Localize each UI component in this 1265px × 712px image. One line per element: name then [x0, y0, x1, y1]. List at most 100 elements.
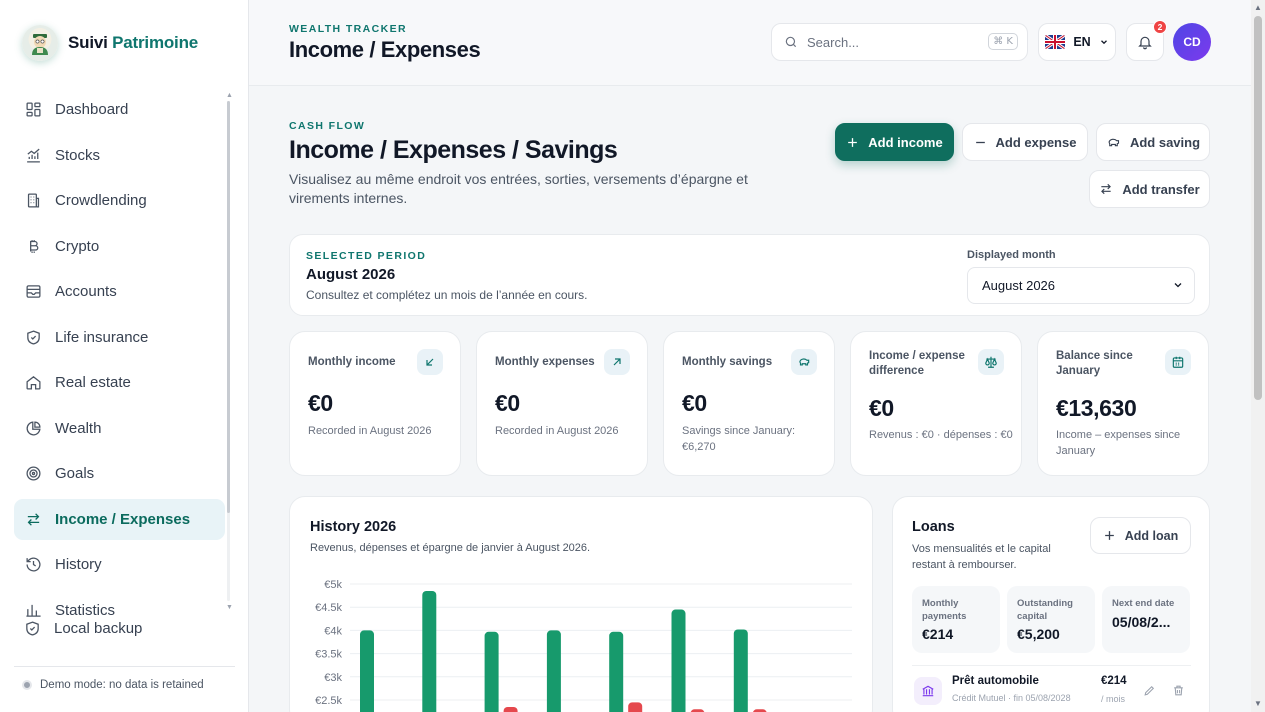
sidebar-item-stocks[interactable]: Stocks	[14, 135, 225, 176]
scrollbar-thumb[interactable]	[1254, 16, 1262, 400]
scale-icon	[978, 349, 1004, 375]
trash-icon[interactable]	[1170, 682, 1186, 698]
scrollbar-thumb[interactable]	[227, 101, 230, 513]
sidebar-item-life-insurance[interactable]: Life insurance	[14, 317, 225, 358]
sidebar-item-history[interactable]: History	[14, 544, 225, 585]
status-dot-icon	[22, 680, 32, 690]
add-saving-label: Add saving	[1129, 134, 1201, 150]
kpi-sub: Recorded in August 2026	[308, 425, 432, 437]
scroll-down-icon[interactable]: ▼	[226, 604, 233, 611]
scroll-up-icon[interactable]: ▲	[1254, 4, 1262, 12]
search-input[interactable]	[807, 34, 977, 50]
sidebar-item-statistics[interactable]: Statistics	[14, 590, 225, 620]
uk-flag-icon	[1045, 35, 1066, 49]
transfer-icon	[1099, 182, 1113, 196]
sidebar-item-goals[interactable]: Goals	[14, 453, 225, 494]
search-icon	[784, 35, 798, 49]
income-bar[interactable]	[360, 630, 374, 712]
expense-bar[interactable]	[628, 702, 643, 712]
period-value: August 2026	[306, 266, 396, 283]
avatar[interactable]: CD	[1173, 23, 1211, 61]
add-income-button[interactable]: Add income	[835, 123, 954, 161]
scroll-down-icon[interactable]: ▼	[1254, 700, 1262, 708]
sidebar-item-dashboard[interactable]: Dashboard	[14, 89, 225, 130]
history-chart: €5k €4.5k €4k €3.5k €3k €2.5k	[315, 579, 852, 712]
sidebar-item-wealth[interactable]: Wealth	[14, 408, 225, 449]
kpi-value: €0	[869, 395, 894, 421]
loan-stat-label: Outstanding capital	[1017, 598, 1073, 622]
kpi-value: €13,630	[1056, 395, 1137, 421]
income-bar[interactable]	[546, 630, 561, 712]
add-transfer-button[interactable]: Add transfer	[1089, 170, 1210, 208]
scroll-up-icon[interactable]: ▲	[226, 92, 233, 99]
page-title: Income / Expenses	[289, 37, 481, 62]
app-eyebrow: WEALTH TRACKER	[289, 23, 407, 35]
search-shortcut: ⌘ K	[988, 33, 1018, 50]
kpi-value: €0	[682, 390, 707, 416]
kpi-card-monthly-expenses: Monthly expenses €0 Recorded in August 2…	[476, 331, 648, 476]
sidebar-item-crypto[interactable]: Crypto	[14, 226, 225, 267]
kpi-sub: Income – expenses since January	[1056, 429, 1181, 457]
brand-name: Suivi Patrimoine	[68, 33, 199, 52]
edit-pencil-icon[interactable]	[1141, 682, 1157, 698]
sidebar-item-label: Income / Expenses	[55, 510, 191, 528]
kpi-card-monthly-savings: Monthly savings €0 Savings since January…	[663, 331, 835, 476]
sidebar-item-label: Accounts	[55, 283, 117, 300]
wallet-icon	[24, 283, 42, 301]
income-bar[interactable]	[671, 609, 686, 712]
sidebar-item-label: Crypto	[55, 237, 100, 255]
loans-card: Loans Vos mensualités et le capital rest…	[892, 496, 1210, 712]
month-select-value: August 2026	[982, 278, 1056, 293]
chevron-down-icon	[1099, 37, 1109, 47]
income-bar[interactable]	[733, 629, 748, 712]
sidebar-item-label: Wealth	[55, 419, 102, 437]
sidebar-item-label: Statistics	[55, 601, 116, 619]
language-selector[interactable]: EN	[1038, 23, 1116, 61]
section-description: Visualisez au même endroit vos entrées, …	[289, 171, 748, 206]
add-saving-button[interactable]: Add saving	[1096, 123, 1210, 161]
brand[interactable]: Suivi Patrimoine	[22, 25, 198, 61]
minus-icon	[974, 136, 987, 149]
bitcoin-icon	[24, 237, 42, 255]
sidebar-item-income-expenses[interactable]: Income / Expenses	[14, 498, 225, 540]
y-tick-label: €3k	[324, 672, 342, 684]
history-icon	[24, 556, 42, 574]
search-box[interactable]: ⌘ K	[771, 23, 1028, 61]
arrow-down-left-icon	[417, 349, 443, 375]
add-expense-button[interactable]: Add expense	[962, 123, 1088, 161]
sidebar-item-real-estate[interactable]: Real estate	[14, 362, 225, 403]
logo-icon	[22, 25, 58, 61]
loan-stat-outstanding-capital: Outstanding capital €5,200	[1007, 586, 1095, 653]
page-scrollbar[interactable]: ▲ ▼	[1251, 0, 1265, 712]
bank-icon	[914, 677, 942, 705]
add-loan-button[interactable]: Add loan	[1090, 517, 1191, 554]
loan-stat-value: €5,200	[1017, 626, 1060, 642]
top-bar: WEALTH TRACKER Income / Expenses ⌘ K EN …	[249, 0, 1251, 86]
loan-period: / mois	[1101, 694, 1126, 704]
loan-item[interactable]: Prêt automobile Crédit Mutuel · fin 05/0…	[912, 675, 1192, 712]
period-description: Consultez et complétez un mois de l’anné…	[306, 288, 588, 302]
sidebar-item-label: Stocks	[55, 146, 101, 164]
local-backup-button[interactable]: Local backup	[24, 620, 142, 637]
kpi-label: Balance since January	[1056, 350, 1133, 377]
local-backup-label: Local backup	[54, 620, 143, 637]
month-select-label: Displayed month	[967, 249, 1056, 261]
kpi-sub: Recorded in August 2026	[495, 425, 619, 437]
dashboard-icon	[24, 101, 42, 119]
sidebar-item-crowdlending[interactable]: Crowdlending	[14, 180, 225, 221]
month-select[interactable]: August 2026	[967, 267, 1195, 304]
sidebar-item-accounts[interactable]: Accounts	[14, 271, 225, 312]
sidebar-item-label: Life insurance	[55, 328, 149, 346]
loan-stat-label: Monthly payments	[922, 598, 967, 622]
income-bar[interactable]	[422, 590, 437, 712]
section-eyebrow: CASH FLOW	[289, 120, 366, 132]
demo-mode-indicator: Demo mode: no data is retained	[22, 679, 204, 691]
sidebar-scrollbar[interactable]: ▲ ▼	[226, 92, 233, 611]
notification-badge: 2	[1153, 20, 1167, 34]
bell-icon	[1137, 34, 1153, 50]
shield-check-icon	[24, 620, 41, 637]
expense-bar[interactable]	[503, 706, 518, 712]
income-bar[interactable]	[609, 631, 624, 712]
sidebar-item-label: Dashboard	[55, 101, 129, 118]
income-bar[interactable]	[484, 631, 499, 712]
